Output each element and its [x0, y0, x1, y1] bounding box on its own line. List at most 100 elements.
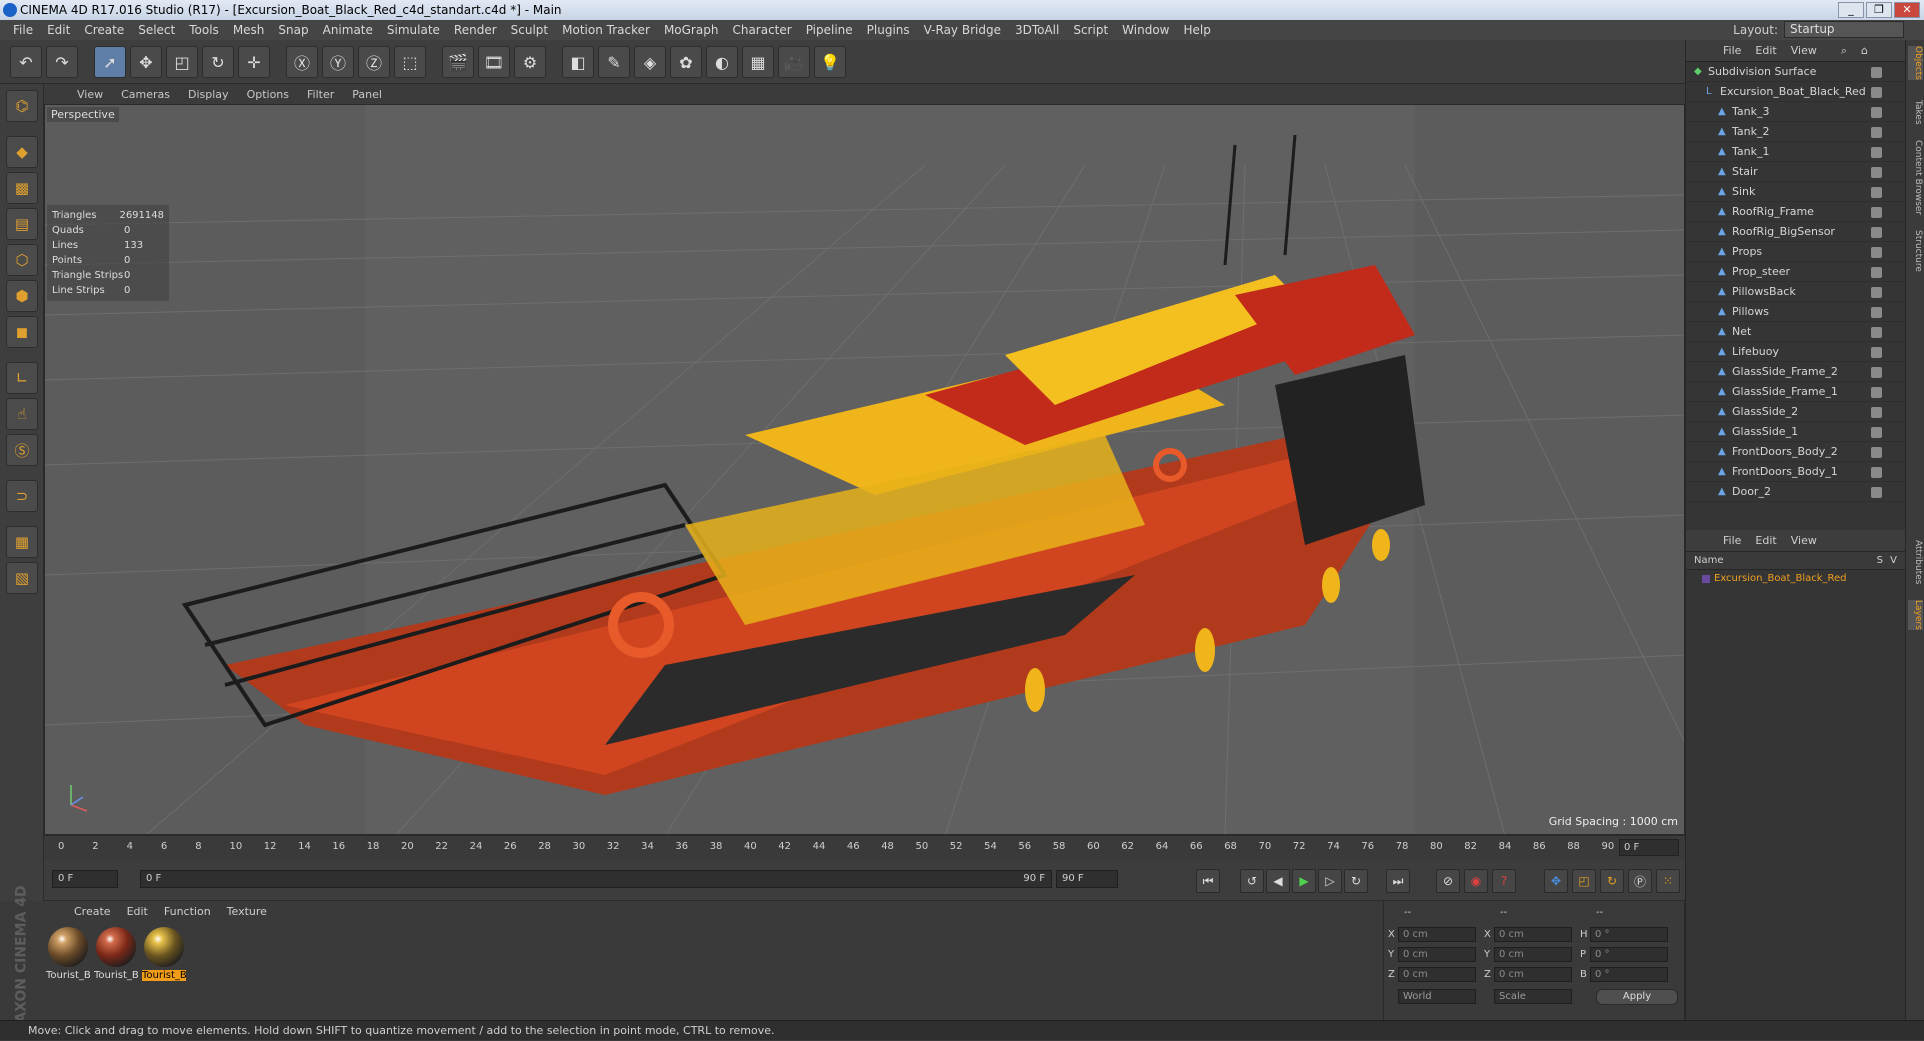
menu-vray-bridge[interactable]: V-Ray Bridge	[917, 23, 1008, 37]
menu-help[interactable]: Help	[1176, 23, 1217, 37]
tweak-mode-icon[interactable]: ☝	[6, 398, 38, 430]
visibility-toggle-icon[interactable]	[1871, 87, 1882, 98]
autokeying-icon[interactable]: ?	[1492, 869, 1516, 893]
rotate-tool-icon[interactable]: ↻	[202, 46, 234, 78]
minimize-button[interactable]: _	[1838, 2, 1864, 18]
object-row[interactable]: ▲ Sink	[1686, 182, 1905, 202]
material-menu-create[interactable]: Create	[66, 905, 119, 921]
menu-window[interactable]: Window	[1115, 23, 1176, 37]
object-row[interactable]: ▲ Lifebuoy	[1686, 342, 1905, 362]
camera-icon[interactable]: 🎥	[778, 46, 810, 78]
recent-tool-icon[interactable]: ✛	[238, 46, 270, 78]
menu-3dtoall[interactable]: 3DToAll	[1008, 23, 1066, 37]
key-position-icon[interactable]: ✥	[1544, 869, 1568, 893]
visibility-toggle-icon[interactable]	[1871, 407, 1882, 418]
move-tool-icon[interactable]: ✥	[130, 46, 162, 78]
magnet-icon[interactable]: ⊃	[6, 480, 38, 512]
menu-simulate[interactable]: Simulate	[380, 23, 447, 37]
viewport-menu-cameras[interactable]: Cameras	[112, 88, 179, 101]
visibility-toggle-icon[interactable]	[1871, 487, 1882, 498]
maximize-button[interactable]: ❐	[1866, 2, 1892, 18]
material-swatch[interactable]: Tourist_B	[94, 927, 138, 981]
menu-motion-tracker[interactable]: Motion Tracker	[555, 23, 657, 37]
menu-mesh[interactable]: Mesh	[226, 23, 272, 37]
play-forward-icon[interactable]: ▶	[1292, 869, 1316, 893]
viewport-menu-panel[interactable]: Panel	[343, 88, 391, 101]
key-scale-icon[interactable]: ◰	[1572, 869, 1596, 893]
next-frame-icon[interactable]: ▷	[1318, 869, 1342, 893]
position-z-field[interactable]: 0 cm	[1398, 967, 1476, 982]
live-selection-icon[interactable]: ➚	[94, 46, 126, 78]
material-swatch[interactable]: Tourist_B	[46, 927, 90, 981]
coordinate-space-dropdown[interactable]: World	[1398, 989, 1476, 1004]
go-to-end-icon[interactable]: ⏭	[1386, 869, 1410, 893]
visibility-toggle-icon[interactable]	[1871, 67, 1882, 78]
object-row[interactable]: ▲ GlassSide_2	[1686, 402, 1905, 422]
tab-structure[interactable]: Structure	[1908, 230, 1923, 272]
perspective-viewport[interactable]: Perspective Triangles 2691148 Quads 0 Line…	[44, 104, 1685, 835]
visibility-toggle-icon[interactable]	[1871, 187, 1882, 198]
x-axis-lock-icon[interactable]: Ⓧ	[286, 46, 318, 78]
material-menu-function[interactable]: Function	[156, 905, 219, 921]
y-axis-lock-icon[interactable]: Ⓨ	[322, 46, 354, 78]
object-row[interactable]: ▲ FrontDoors_Body_2	[1686, 442, 1905, 462]
menu-plugins[interactable]: Plugins	[860, 23, 917, 37]
object-row[interactable]: ▲ GlassSide_Frame_1	[1686, 382, 1905, 402]
menu-edit[interactable]: Edit	[40, 23, 77, 37]
menu-select[interactable]: Select	[131, 23, 182, 37]
key-parameter-icon[interactable]: Ⓟ	[1628, 869, 1652, 893]
visibility-toggle-icon[interactable]	[1871, 247, 1882, 258]
visibility-toggle-icon[interactable]	[1871, 327, 1882, 338]
layer-row[interactable]: Excursion_Boat_Black_Red	[1686, 570, 1905, 588]
scale-tool-icon[interactable]: ◰	[166, 46, 198, 78]
visibility-toggle-icon[interactable]	[1871, 107, 1882, 118]
keyframe-selection-icon[interactable]: ⊘	[1436, 869, 1460, 893]
visibility-toggle-icon[interactable]	[1871, 287, 1882, 298]
object-menu-edit[interactable]: Edit	[1748, 44, 1783, 57]
material-menu-edit[interactable]: Edit	[119, 905, 156, 921]
subdivision-surface-icon[interactable]: ◈	[634, 46, 666, 78]
layer-menu-edit[interactable]: Edit	[1748, 534, 1783, 547]
object-row[interactable]: ◆ Subdivision Surface	[1686, 62, 1905, 82]
menu-animate[interactable]: Animate	[316, 23, 380, 37]
pen-spline-icon[interactable]: ✎	[598, 46, 630, 78]
viewport-menu-view[interactable]: View	[68, 88, 112, 101]
visibility-toggle-icon[interactable]	[1871, 387, 1882, 398]
visibility-toggle-icon[interactable]	[1871, 367, 1882, 378]
end-frame-field[interactable]: 90 F	[1056, 870, 1118, 888]
rotation-p-field[interactable]: 0 °	[1590, 947, 1668, 962]
visibility-toggle-icon[interactable]	[1871, 307, 1882, 318]
visibility-toggle-icon[interactable]	[1871, 427, 1882, 438]
tab-content-browser[interactable]: Content Browser	[1908, 140, 1923, 215]
size-mode-dropdown[interactable]: Scale	[1494, 989, 1572, 1004]
polygons-mode-icon[interactable]: ◼	[6, 316, 38, 348]
rotation-b-field[interactable]: 0 °	[1590, 967, 1668, 982]
key-rotation-icon[interactable]: ↻	[1600, 869, 1624, 893]
points-mode-icon[interactable]: ⬡	[6, 244, 38, 276]
menu-character[interactable]: Character	[725, 23, 798, 37]
next-key-icon[interactable]: ↻	[1344, 869, 1368, 893]
object-row[interactable]: ▲ Stair	[1686, 162, 1905, 182]
menu-script[interactable]: Script	[1066, 23, 1115, 37]
key-pla-icon[interactable]: ⁙	[1656, 869, 1680, 893]
workplane-mode-icon[interactable]: ▤	[6, 208, 38, 240]
object-row[interactable]: ▲ Prop_steer	[1686, 262, 1905, 282]
object-row[interactable]: ▲ PillowsBack	[1686, 282, 1905, 302]
visibility-toggle-icon[interactable]	[1871, 347, 1882, 358]
object-row[interactable]: ▲ Tank_3	[1686, 102, 1905, 122]
visibility-toggle-icon[interactable]	[1871, 207, 1882, 218]
object-row[interactable]: ▲ Tank_2	[1686, 122, 1905, 142]
size-y-field[interactable]: 0 cm	[1494, 947, 1572, 962]
menu-render[interactable]: Render	[447, 23, 504, 37]
previous-frame-icon[interactable]: ◀	[1266, 869, 1290, 893]
visibility-toggle-icon[interactable]	[1871, 167, 1882, 178]
visibility-toggle-icon[interactable]	[1871, 227, 1882, 238]
edges-mode-icon[interactable]: ⬢	[6, 280, 38, 312]
object-row[interactable]: ▲ Pillows	[1686, 302, 1905, 322]
redo-icon[interactable]: ↷	[46, 46, 78, 78]
size-x-field[interactable]: 0 cm	[1494, 927, 1572, 942]
render-to-picture-viewer-icon[interactable]: 🎞	[478, 46, 510, 78]
menu-mograph[interactable]: MoGraph	[657, 23, 726, 37]
z-axis-lock-icon[interactable]: Ⓩ	[358, 46, 390, 78]
menu-tools[interactable]: Tools	[182, 23, 226, 37]
